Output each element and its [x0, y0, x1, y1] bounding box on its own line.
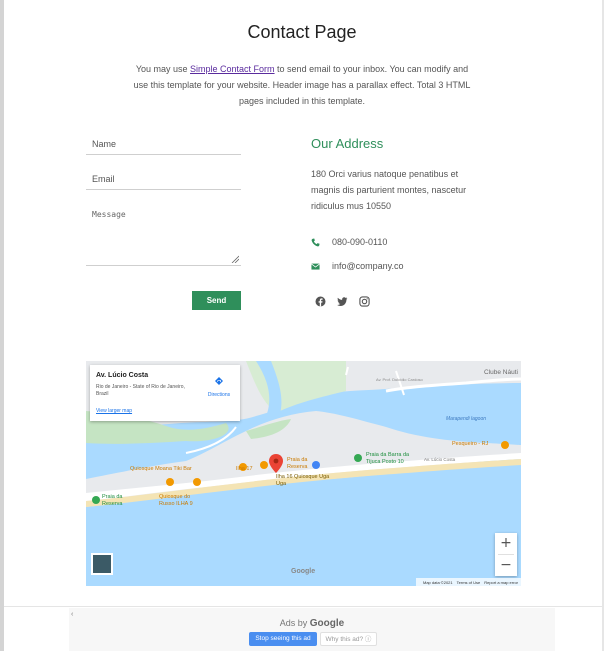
ads-google-label: Google	[309, 618, 345, 629]
map-label-reserva2: Praia da Reserva	[102, 494, 123, 507]
resize-grip-icon[interactable]	[231, 255, 239, 263]
simple-contact-form-link[interactable]: Simple Contact Form	[190, 64, 275, 74]
map-label-avlucio: Av. Lúcio Costa	[424, 457, 456, 462]
stop-seeing-ad-button[interactable]: Stop seeing this ad	[249, 632, 317, 646]
embedded-map[interactable]: Clube Náuti Av. Prof. Dulcídio Cardoso M…	[86, 361, 521, 586]
ad-area: ‹ Ads by Google Stop seeing this ad Why …	[69, 608, 555, 651]
map-card-title: Av. Lúcio Costa	[96, 372, 149, 379]
social-links	[315, 294, 381, 307]
directions-button[interactable]: Directions	[202, 373, 236, 398]
map-card-subtitle: Rio de Janeiro - State of Rio de Janeiro…	[96, 384, 185, 397]
facebook-icon[interactable]	[315, 294, 326, 307]
phone-icon	[311, 237, 320, 246]
map-footer: Map data ©2021 Terms of Use Report a map…	[416, 578, 521, 586]
map-label-ilha17: Ilha 17	[236, 466, 253, 472]
envelope-icon	[311, 263, 320, 270]
address-text: 180 Orci varius natoque penatibus et mag…	[311, 169, 467, 211]
map-label-clube: Clube Náuti	[484, 369, 518, 376]
email-input[interactable]	[86, 170, 241, 184]
google-map-logo: Google	[291, 568, 316, 575]
directions-icon	[215, 377, 223, 385]
email-line: info@company.co	[311, 261, 404, 271]
map-label-road: Av. Prof. Dulcídio Cardoso	[376, 377, 423, 382]
name-field-wrap	[86, 134, 241, 155]
page-title: Contact Page	[247, 22, 357, 42]
map-label-pesqueiro: Pesqueiro - RJ	[452, 441, 489, 447]
ads-by-google: Ads by Google	[69, 618, 555, 629]
ad-back-arrow-icon[interactable]: ‹	[71, 611, 73, 618]
contact-form: Send	[86, 134, 242, 310]
name-input[interactable]	[86, 135, 241, 149]
message-field-wrap	[86, 204, 241, 266]
zoom-in-button[interactable]: +	[495, 533, 517, 554]
ads-by-label: Ads by	[279, 618, 308, 628]
view-larger-map-link[interactable]: View larger map	[96, 408, 132, 414]
left-scroll-rail	[0, 0, 4, 651]
zoom-controls: + −	[495, 533, 517, 576]
map-label-reserva1: Praia da Reserva	[287, 457, 308, 470]
map-label-russo: Quiosque do Russo ILHA 9	[159, 494, 193, 507]
intro-text: You may use Simple Contact Form to send …	[130, 61, 474, 109]
why-this-ad-button[interactable]: Why this ad? ⓘ	[320, 632, 377, 646]
address-section: Our Address 180 Orci varius natoque pena…	[311, 136, 511, 307]
map-label-barra: Praia da Barra da Tijuca Posto 10	[366, 452, 410, 465]
phone-line: 080-090-0110	[311, 237, 387, 247]
directions-label: Directions	[207, 392, 231, 398]
map-info-card: Av. Lúcio Costa Rio de Janeiro - State o…	[90, 365, 240, 421]
satellite-toggle-thumbnail[interactable]	[91, 553, 113, 575]
page-divider	[4, 606, 602, 607]
instagram-icon[interactable]	[359, 294, 370, 307]
map-label-moana: Quiosque Moana Tiki Bar	[130, 466, 192, 472]
address-heading: Our Address	[311, 136, 384, 151]
email-field-wrap	[86, 169, 241, 190]
map-label-marapendi: Marapendi lagoon	[446, 416, 487, 422]
message-textarea[interactable]	[86, 204, 241, 265]
email-address[interactable]: info@company.co	[332, 261, 404, 271]
terms-of-use-link[interactable]: Terms of Use	[457, 580, 481, 585]
map-data-credit: Map data ©2021	[423, 579, 453, 585]
phone-number[interactable]: 080-090-0110	[332, 237, 387, 247]
send-button[interactable]: Send	[192, 291, 241, 310]
zoom-out-button[interactable]: −	[495, 555, 517, 576]
report-map-error-link[interactable]: Report a map error	[484, 580, 518, 585]
intro-text-before: You may use	[135, 64, 191, 74]
map-label-ilha16: Ilha 16 Quiosque Uga Uga	[276, 474, 330, 487]
twitter-icon[interactable]	[337, 294, 348, 306]
